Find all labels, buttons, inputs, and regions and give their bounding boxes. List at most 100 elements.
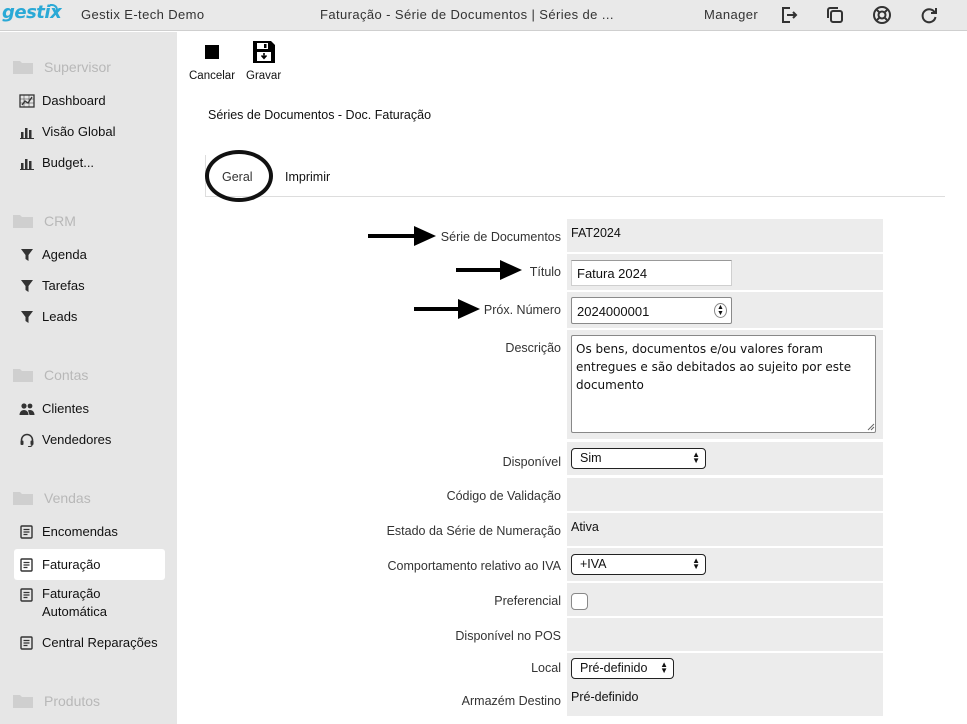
form-row-comportamento-iva: Comportamento relativo ao IVA +IVA ▲ ▼ <box>205 548 885 581</box>
sidebar-section-label: Contas <box>44 366 89 383</box>
preferencial-checkbox[interactable] <box>571 593 588 610</box>
sidebar-item-label: Dashboard <box>42 93 106 108</box>
folder-icon <box>13 492 33 505</box>
tabs-underline <box>205 196 945 197</box>
document-icon <box>20 588 33 602</box>
sidebar-item-label: Budget... <box>42 155 95 170</box>
sidebar-item-encomendas[interactable]: Encomendas <box>14 524 165 539</box>
field-cell <box>567 478 883 511</box>
descricao-label: Descrição <box>505 341 561 355</box>
folder-icon <box>13 61 33 74</box>
sidebar-item-label: Faturação Automática <box>42 586 108 619</box>
user-menu[interactable]: Manager <box>704 7 758 22</box>
save-floppy-icon <box>252 41 275 63</box>
armazem-destino-value: Pré-definido <box>571 690 639 704</box>
funnel-icon <box>21 280 33 292</box>
prox-numero-stepper[interactable]: 2024000001 ▲ ▼ <box>571 297 732 324</box>
stepper-arrows-icon[interactable]: ▲ ▼ <box>714 303 727 318</box>
disponivel-value: Sim <box>580 451 602 465</box>
document-icon <box>20 558 33 572</box>
logout-icon[interactable] <box>779 5 799 25</box>
sidebar-item-dashboard[interactable]: Dashboard <box>14 93 165 108</box>
save-label: Gravar <box>246 70 282 82</box>
users-icon <box>19 403 35 415</box>
sidebar-item-visao-global[interactable]: Visão Global <box>14 124 165 139</box>
disponivel-label: Disponível <box>502 455 561 469</box>
local-label: Local <box>531 661 561 675</box>
sidebar-item-label: Visão Global <box>42 124 116 139</box>
bar-chart-icon <box>20 128 34 139</box>
form-row-descricao: Descrição Os bens, documentos e/ou valor… <box>205 330 885 439</box>
comportamento-iva-value: +IVA <box>580 557 607 571</box>
page-title: Séries de Documentos - Doc. Faturação <box>208 108 432 122</box>
titulo-label: Título <box>529 265 561 279</box>
funnel-icon <box>21 249 33 261</box>
cancel-button[interactable]: Cancelar <box>189 40 235 82</box>
cancel-label: Cancelar <box>189 70 236 82</box>
disponivel-select[interactable]: Sim ▲ ▼ <box>571 448 706 469</box>
resize-grip-icon[interactable] <box>867 423 875 431</box>
comportamento-iva-label: Comportamento relativo ao IVA <box>387 559 561 573</box>
annotation-arrow-icon <box>368 226 436 246</box>
sidebar-item-label: Central Reparações <box>42 635 158 650</box>
select-arrows-icon: ▲ ▼ <box>692 556 700 571</box>
comportamento-iva-select[interactable]: +IVA ▲ ▼ <box>571 554 706 575</box>
descricao-textarea[interactable]: Os bens, documentos e/ou valores foram e… <box>571 335 876 433</box>
folder-icon <box>13 215 33 228</box>
tab-imprimir[interactable]: Imprimir <box>285 170 330 184</box>
sidebar-item-central-reparacoes[interactable]: Central Reparações <box>14 635 165 650</box>
estado-serie-value: Ativa <box>571 520 599 534</box>
dashboard-icon <box>19 94 35 108</box>
preferencial-label: Preferencial <box>494 594 561 608</box>
sidebar-item-tarefas[interactable]: Tarefas <box>14 278 165 293</box>
save-button[interactable]: Gravar <box>246 40 281 82</box>
field-cell <box>567 513 883 546</box>
sidebar-item-faturacao-automatica[interactable]: Faturação Automática <box>14 585 165 621</box>
select-arrows-icon: ▲ ▼ <box>692 450 700 465</box>
sidebar-item-agenda[interactable]: Agenda <box>14 247 165 262</box>
bar-chart-icon <box>20 159 34 170</box>
serie-value: FAT2024 <box>571 226 621 240</box>
sidebar-item-leads[interactable]: Leads <box>14 309 165 324</box>
sidebar-item-faturacao[interactable]: Faturação <box>14 549 165 580</box>
funnel-icon <box>21 311 33 323</box>
sidebar-section-label: Supervisor <box>44 58 111 75</box>
prox-numero-label: Próx. Número <box>483 303 561 317</box>
field-cell <box>567 583 883 616</box>
sidebar-item-label: Agenda <box>42 247 87 262</box>
codigo-validacao-label: Código de Validação <box>446 489 561 503</box>
sidebar-item-label: Encomendas <box>42 524 118 539</box>
help-lifebuoy-icon[interactable] <box>872 5 892 25</box>
app-name: Gestix E-tech Demo <box>81 7 205 22</box>
sidebar-section-vendas[interactable]: Vendas <box>12 489 91 506</box>
form-row-preferencial: Preferencial <box>205 583 885 616</box>
sidebar-item-vendedores[interactable]: Vendedores <box>14 432 165 447</box>
window-icon[interactable] <box>825 5 845 25</box>
sidebar-item-label: Vendedores <box>42 432 112 447</box>
form-row-disponivel-pos: Disponível no POS <box>205 618 885 651</box>
form-row-disponivel: Disponível Sim ▲ ▼ <box>205 442 885 475</box>
window-title: Faturação - Série de Documentos | Séries… <box>320 7 614 22</box>
document-icon <box>20 636 33 650</box>
sidebar-section-crm[interactable]: CRM <box>12 212 76 229</box>
local-select[interactable]: Pré-definido ▲ ▼ <box>571 658 674 679</box>
form-row-estado-serie: Estado da Série de Numeração Ativa <box>205 513 885 546</box>
sidebar-item-label: Clientes <box>42 401 89 416</box>
disponivel-pos-label: Disponível no POS <box>455 629 561 643</box>
form-row-local: Local Pré-definido ▲ ▼ <box>205 653 885 686</box>
top-bar: gestix Gestix E-tech Demo Faturação - Sé… <box>0 0 967 31</box>
sidebar-item-budget[interactable]: Budget... <box>14 155 165 170</box>
form-row-armazem-destino: Armazém Destino Pré-definido <box>205 683 885 716</box>
armazem-destino-label: Armazém Destino <box>461 694 561 708</box>
refresh-icon[interactable] <box>919 5 939 25</box>
estado-serie-label: Estado da Série de Numeração <box>386 524 561 538</box>
folder-icon <box>13 695 33 708</box>
sidebar-section-contas[interactable]: Contas <box>12 366 88 383</box>
annotation-circle <box>205 150 273 202</box>
sidebar-section-supervisor[interactable]: Supervisor <box>12 58 111 75</box>
titulo-input[interactable] <box>571 260 732 286</box>
sidebar-item-label: Faturação <box>42 557 101 572</box>
sidebar-item-label: Leads <box>42 309 78 324</box>
sidebar-item-clientes[interactable]: Clientes <box>14 401 165 416</box>
sidebar-section-produtos[interactable]: Produtos <box>12 692 100 709</box>
